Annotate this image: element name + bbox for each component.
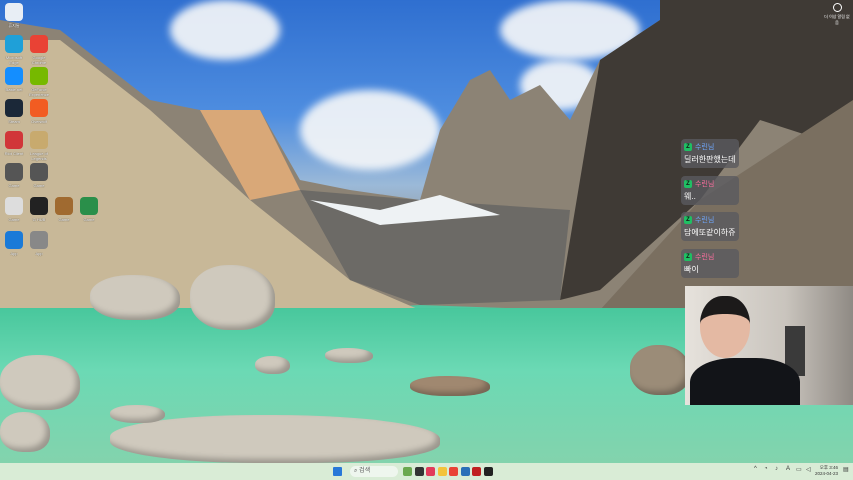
chat-text: 딜러한판했는데 bbox=[684, 155, 736, 164]
app-icon bbox=[5, 67, 23, 85]
volume-icon[interactable]: ◁ bbox=[806, 466, 811, 473]
search-box[interactable]: ⌕ 검색 bbox=[350, 466, 398, 477]
app-icon bbox=[30, 67, 48, 85]
chat-message: Z 수린님빠이 bbox=[681, 249, 739, 278]
chat-badge: Z bbox=[684, 253, 692, 261]
desktop-icon-label: GeForce Experience bbox=[28, 87, 49, 97]
display-icon[interactable]: ▭ bbox=[796, 466, 802, 473]
clock[interactable]: 오후 3:46 2024-04-23 bbox=[815, 465, 838, 477]
taskbar-task-view-icon[interactable] bbox=[414, 467, 424, 476]
app-icon bbox=[5, 99, 23, 117]
settings-icon bbox=[832, 3, 842, 12]
start-button[interactable] bbox=[333, 467, 342, 476]
app-icon bbox=[5, 131, 23, 149]
language-icon[interactable]: A bbox=[786, 466, 790, 472]
tray-chevron[interactable]: ^ bbox=[754, 466, 757, 472]
chat-username: 수린님 bbox=[695, 144, 715, 151]
search-icon: ⌕ bbox=[354, 468, 358, 474]
app-icon bbox=[80, 197, 98, 215]
desktop-icon-label: Game bbox=[33, 183, 45, 188]
desktop-icon-label: Game bbox=[8, 183, 20, 188]
desktop-icon-label: G HUB bbox=[32, 217, 46, 222]
desktop-icon-label: Steam bbox=[8, 119, 20, 124]
chat-badge: Z bbox=[684, 216, 692, 224]
taskbar-app-blue-icon[interactable] bbox=[460, 467, 470, 476]
streamer-head bbox=[700, 296, 750, 358]
desktop-icon-label: Riot Client bbox=[4, 151, 24, 156]
desktop-icon-label: App bbox=[35, 251, 43, 256]
taskbar-widgets-icon[interactable] bbox=[403, 467, 412, 476]
chat-username: 수린님 bbox=[695, 181, 715, 188]
chat-username: 수린님 bbox=[695, 217, 715, 224]
desktop-icon-label: Microsoft Edge bbox=[5, 55, 23, 65]
chat-message: Z 수린님웨.. bbox=[681, 176, 739, 205]
desktop-icon-label: Game bbox=[58, 217, 70, 222]
app-icon bbox=[30, 163, 48, 181]
taskbar-chrome-icon[interactable] bbox=[449, 467, 458, 476]
chat-badge: Z bbox=[684, 180, 692, 188]
chat-message: Z 수린님담에또같이하쥬 bbox=[681, 212, 739, 241]
app-icon bbox=[5, 197, 23, 215]
desktop: 휴지통 Microsoft Edge Google Chrome Battle.net… bbox=[0, 0, 853, 463]
desktop-icon-label: Game bbox=[83, 217, 95, 222]
app-icon bbox=[55, 197, 73, 215]
mic-icon[interactable]: ♪ bbox=[775, 466, 778, 472]
taskbar: ⌕ 검색 ^ ◔ ♪ A ▭ ◁ 오후 3:46 2024-04-23 ▤ bbox=[0, 463, 853, 480]
desktop-icon-label: App bbox=[10, 251, 18, 256]
app-icon bbox=[30, 197, 48, 215]
webcam-overlay bbox=[685, 286, 853, 405]
app-icon bbox=[5, 231, 23, 249]
notifications-icon[interactable]: ▤ bbox=[843, 466, 849, 473]
taskbar-file-explorer-icon[interactable] bbox=[437, 467, 447, 476]
chat-badge: Z bbox=[684, 143, 692, 151]
desktop-icon-label: Game bbox=[8, 217, 20, 222]
notification-widget[interactable]: 더 이상 알림 없음 bbox=[823, 3, 851, 26]
streamer-body bbox=[690, 358, 800, 405]
app-icon bbox=[5, 3, 23, 21]
chat-text: 담에또같이하쥬 bbox=[684, 228, 736, 237]
app-icon bbox=[30, 131, 48, 149]
desktop-icon-label: 휴지통 bbox=[8, 23, 20, 28]
search-placeholder: 검색 bbox=[359, 468, 371, 474]
chat-username: 수린님 bbox=[695, 254, 715, 261]
app-icon bbox=[5, 163, 23, 181]
app-icon bbox=[30, 99, 48, 117]
desktop-icon-label: Battle.net bbox=[5, 87, 23, 92]
desktop-icon-label: Google Chrome bbox=[31, 55, 47, 65]
desktop-icon-label: Overwolf bbox=[31, 119, 47, 124]
app-icon bbox=[30, 35, 48, 53]
app-icon bbox=[5, 35, 23, 53]
desktop-icon-label: League of Legends bbox=[30, 151, 48, 161]
chat-message: Z 수린님딜러한판했는데 bbox=[681, 139, 739, 168]
chat-text: 빠이 bbox=[684, 265, 699, 274]
taskbar-app-game-icon[interactable] bbox=[472, 467, 481, 476]
taskbar-app-red-icon[interactable] bbox=[426, 467, 435, 476]
network-icon[interactable]: ◔ bbox=[764, 466, 768, 472]
taskbar-app-terminal-icon[interactable] bbox=[483, 467, 493, 476]
chat-text: 웨.. bbox=[684, 192, 696, 201]
app-icon bbox=[30, 231, 48, 249]
